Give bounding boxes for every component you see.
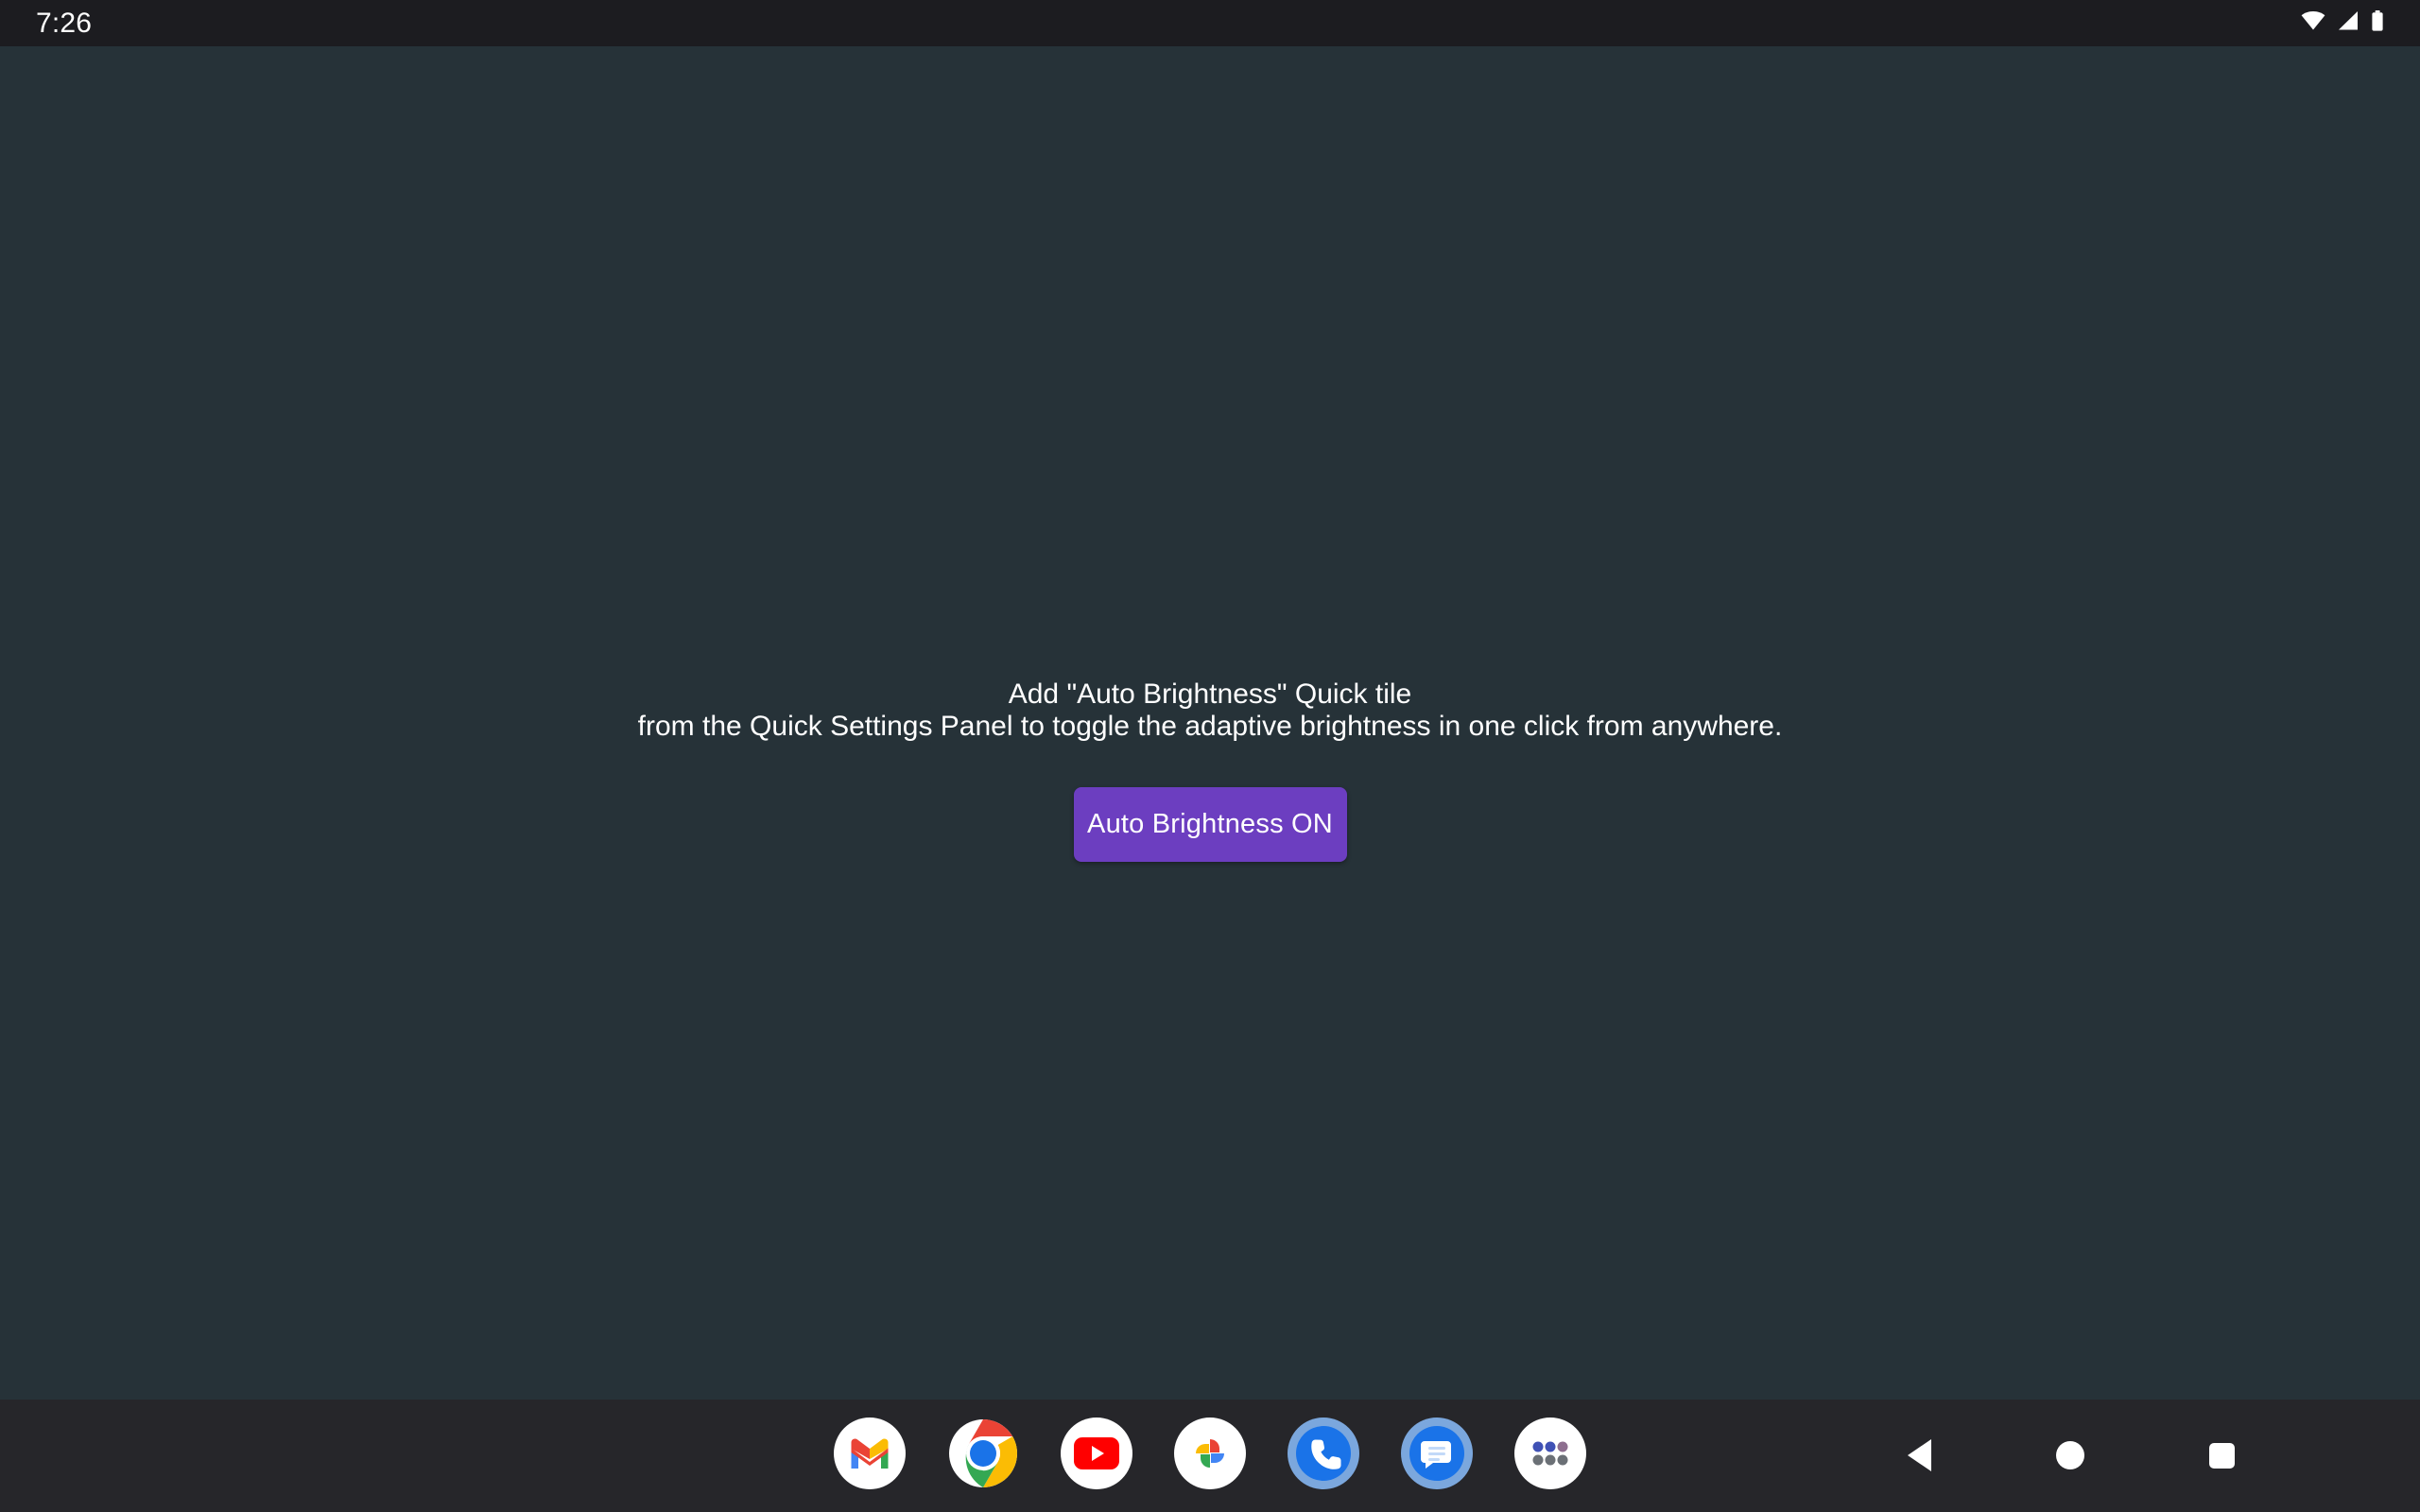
instruction-line-1: Add "Auto Brightness" Quick tile [1008,679,1412,710]
auto-brightness-toggle-button[interactable]: Auto Brightness ON [1073,787,1347,862]
google-photos-icon[interactable] [1174,1418,1246,1489]
status-bar-clock: 7:26 [36,7,93,39]
cellular-signal-icon [2338,11,2359,35]
content-center-block: Add "Auto Brightness" Quick tile from th… [0,679,2420,862]
nav-home-button[interactable] [1995,1418,2146,1493]
status-bar-icons [2301,10,2384,36]
dock-app-shortcuts [834,1418,1586,1489]
nav-back-button[interactable] [1843,1418,1995,1493]
wifi-icon [2301,11,2325,35]
gmail-icon[interactable] [834,1418,906,1489]
android-screen: 7:26 Add "Auto Brightness" Quick tile fr… [0,0,2420,1512]
messages-icon[interactable] [1401,1418,1473,1489]
instruction-text: Add "Auto Brightness" Quick tile from th… [548,679,1872,743]
instruction-line-2: from the Quick Settings Panel to toggle … [637,711,1783,742]
recents-square-icon [2208,1442,2235,1469]
app-content-area: Add "Auto Brightness" Quick tile from th… [0,46,2420,1400]
chrome-icon[interactable] [947,1418,1019,1489]
app-drawer-icon[interactable] [1514,1418,1586,1489]
back-triangle-icon [1907,1439,1931,1471]
battery-icon [2371,10,2384,36]
navigation-buttons [1843,1418,2297,1493]
home-circle-icon [2056,1441,2084,1469]
status-bar: 7:26 [0,0,2420,46]
nav-recents-button[interactable] [2146,1418,2297,1493]
phone-icon[interactable] [1288,1418,1359,1489]
youtube-icon[interactable] [1061,1418,1132,1489]
